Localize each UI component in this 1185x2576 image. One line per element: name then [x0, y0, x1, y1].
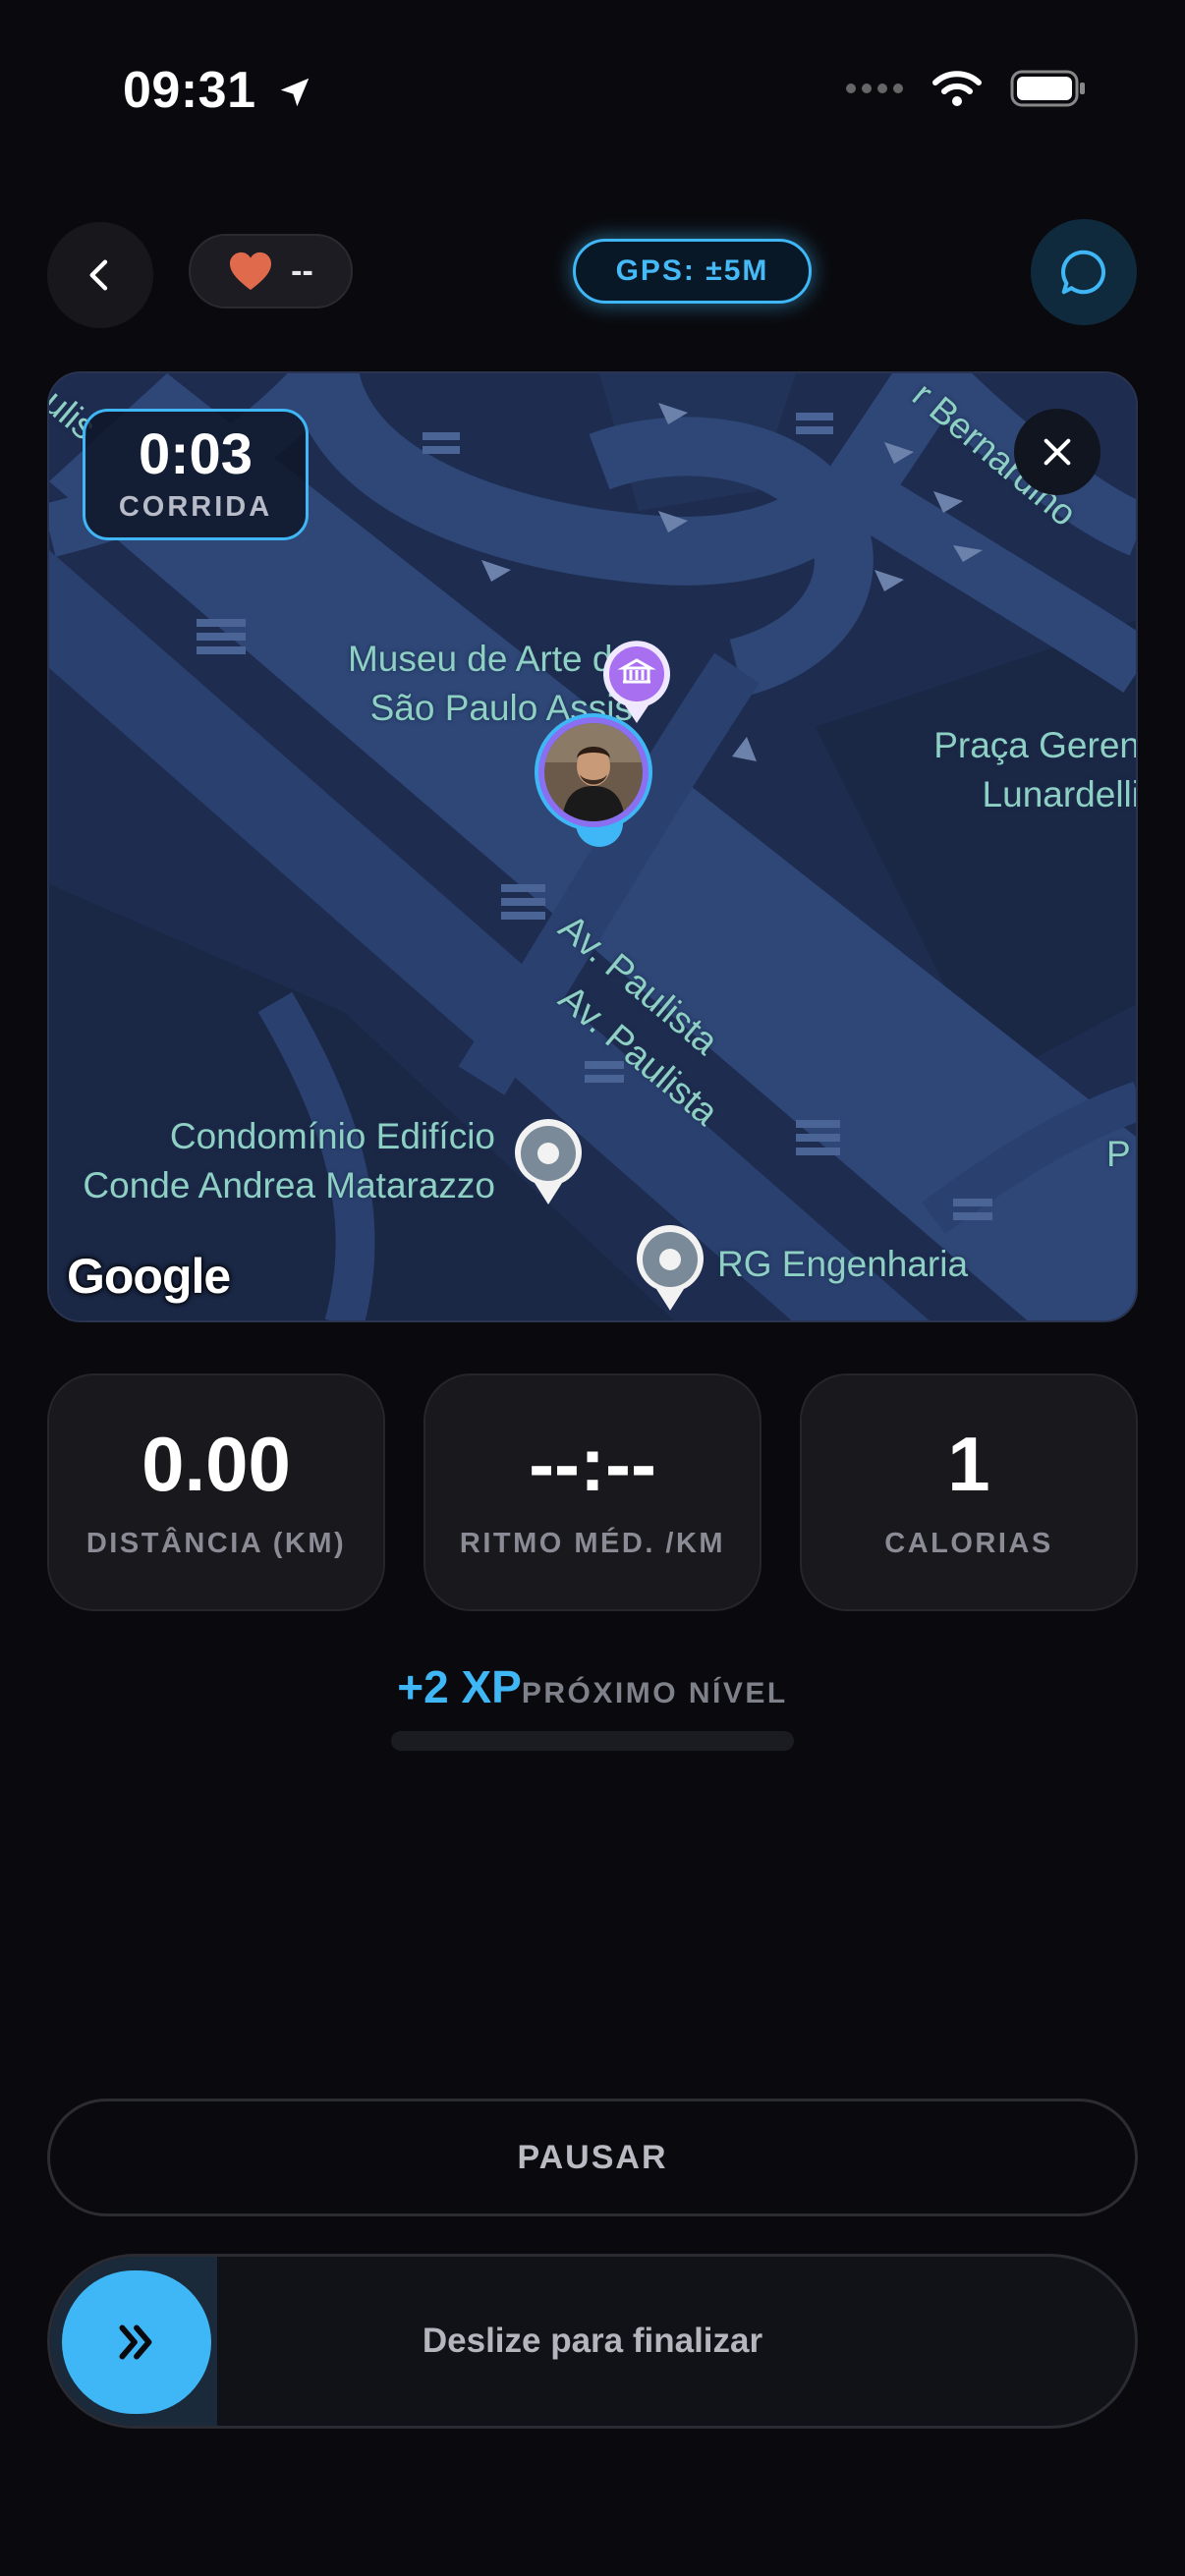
heart-rate-pill: --	[189, 234, 353, 308]
map-label-condo-line1: Condomínio Edifício	[169, 1116, 495, 1156]
place-pin-icon[interactable]	[633, 1224, 707, 1315]
slider-handle[interactable]	[62, 2270, 211, 2414]
status-time-text: 09:31	[123, 62, 256, 119]
pause-button[interactable]: PAUSAR	[47, 2099, 1138, 2216]
user-location-marker	[535, 713, 658, 847]
back-button[interactable]	[47, 222, 153, 328]
chat-button[interactable]	[1031, 219, 1137, 325]
map-label-praca-line2: Lunardelli	[982, 774, 1138, 814]
place-pin-icon[interactable]	[511, 1118, 586, 1208]
route-map[interactable]: aulis r Bernardino Museu de Arte de São …	[47, 371, 1138, 1322]
close-map-button[interactable]	[1014, 409, 1100, 495]
stat-card-distance: 0.00 DISTÂNCIA (KM)	[47, 1373, 385, 1611]
calories-value: 1	[947, 1420, 990, 1507]
chat-bubble-icon	[1061, 250, 1106, 295]
map-label-museum-line1: Museu de Arte de	[347, 639, 633, 679]
xp-progress-bar	[391, 1731, 794, 1751]
slide-to-finish[interactable]: Deslize para finalizar	[47, 2254, 1138, 2429]
pace-value: --:--	[529, 1420, 656, 1507]
slide-to-finish-label: Deslize para finalizar	[422, 2322, 763, 2360]
close-icon	[1044, 438, 1071, 466]
calories-label: CALORIAS	[884, 1527, 1053, 1559]
avatar	[544, 723, 643, 821]
distance-value: 0.00	[141, 1420, 291, 1507]
activity-timer-box: 0:03 CORRIDA	[83, 409, 309, 540]
gps-accuracy-badge: GPS: ±5M	[573, 239, 812, 304]
activity-type: CORRIDA	[118, 490, 273, 523]
xp-value: +2 XP	[397, 1661, 522, 1712]
location-arrow-icon	[281, 78, 310, 107]
status-icons	[845, 69, 1087, 108]
map-label-condo-line2: Conde Andrea Matarazzo	[83, 1165, 495, 1205]
map-label-condo: Condomínio Edifício Conde Andrea Mataraz…	[49, 1112, 495, 1210]
xp-next-level-label: PRÓXIMO NÍVEL	[521, 1677, 788, 1709]
map-label-corner-right: P	[1106, 1134, 1131, 1174]
heart-rate-value: --	[291, 252, 313, 290]
chevron-left-icon	[89, 259, 108, 291]
stat-card-calories: 1 CALORIAS	[800, 1373, 1138, 1611]
stat-card-pace: --:-- RITMO MÉD. /KM	[423, 1373, 762, 1611]
map-label-praca: Praça Geren Lunardelli	[855, 721, 1138, 819]
map-label-rg: RG Engenharia	[717, 1244, 969, 1284]
xp-row: +2 XP PRÓXIMO NÍVEL	[0, 1660, 1185, 1713]
wifi-icon	[932, 71, 982, 106]
cellular-signal-icon	[846, 84, 903, 93]
double-chevron-right-icon	[119, 2324, 152, 2360]
google-logo: Google	[67, 1249, 231, 1304]
map-label-praca-line1: Praça Geren	[933, 725, 1138, 765]
activity-timer: 0:03	[138, 421, 254, 486]
heart-icon	[230, 252, 272, 291]
battery-icon	[1010, 70, 1085, 107]
status-time: 09:31	[123, 61, 313, 120]
distance-label: DISTÂNCIA (KM)	[85, 1527, 347, 1559]
pace-label: RITMO MÉD. /KM	[459, 1527, 726, 1559]
